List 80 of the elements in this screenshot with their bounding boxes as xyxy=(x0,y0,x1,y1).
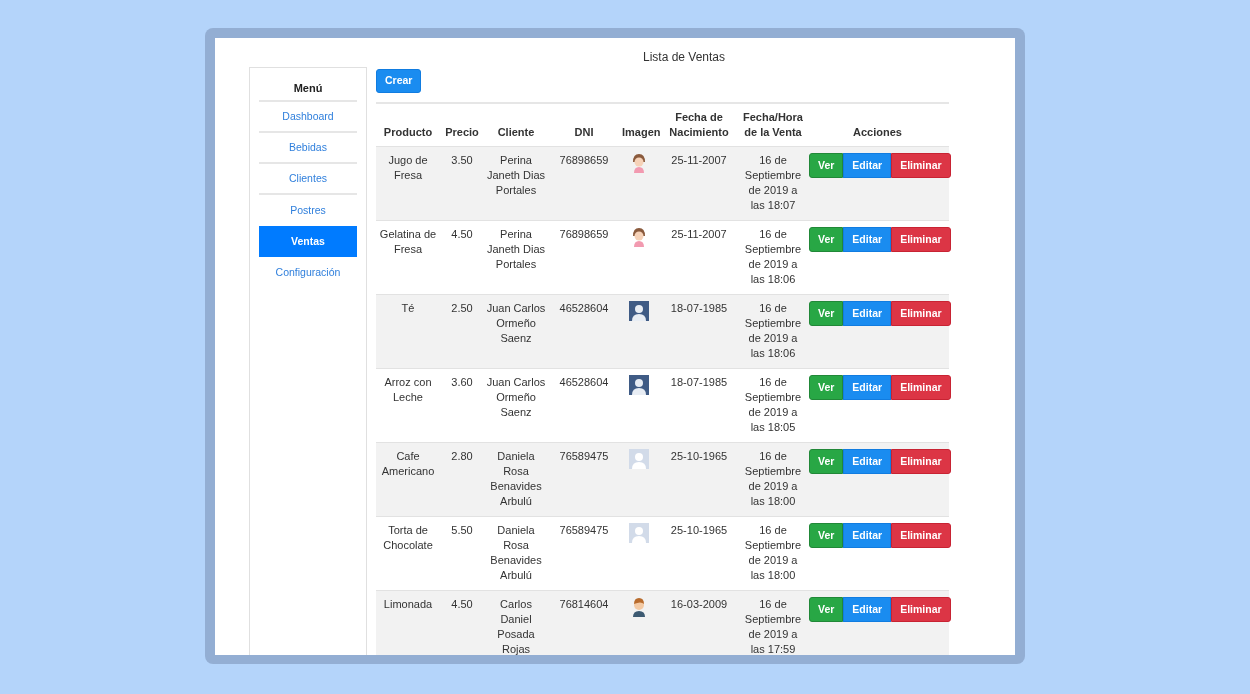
column-header: Imagen xyxy=(622,126,661,139)
edit-button[interactable]: Editar xyxy=(843,227,892,253)
table-cell: Cafe Americano xyxy=(381,450,435,478)
table-cell: Limonada xyxy=(383,598,433,611)
table-cell: 16 de Septiembre de 2019 a las 18:00 xyxy=(744,524,802,582)
view-button[interactable]: Ver xyxy=(809,597,844,623)
table-cell: 2.50 xyxy=(451,302,473,315)
column-header: Fecha/Hora de la Venta xyxy=(743,111,803,139)
sidebar-item[interactable]: Bebidas xyxy=(259,133,357,164)
delete-button[interactable]: Eliminar xyxy=(891,449,951,475)
delete-button[interactable]: Eliminar xyxy=(891,301,951,327)
page-title: Lista de Ventas xyxy=(642,49,726,66)
table-cell: Juan Carlos Ormeño Saenz xyxy=(486,376,546,419)
delete-button[interactable]: Eliminar xyxy=(891,523,951,549)
table-cell: Jugo de Fresa xyxy=(388,154,428,182)
table-cell: 5.50 xyxy=(451,524,473,537)
column-header: DNI xyxy=(574,126,594,139)
sidebar-item[interactable]: Postres xyxy=(259,195,357,226)
table-cell: 76898659 xyxy=(559,154,609,167)
create-button[interactable]: Crear xyxy=(376,68,422,93)
sidebar-item[interactable]: Dashboard xyxy=(259,102,357,133)
table-cell: 76814604 xyxy=(559,598,609,611)
edit-button[interactable]: Editar xyxy=(843,597,892,623)
table-cell: 25-10-1965 xyxy=(670,450,728,463)
table-cell: Té xyxy=(401,302,415,315)
table-cell: Daniela Rosa Benavides Arbulú xyxy=(490,450,542,508)
column-header: Precio xyxy=(445,126,479,139)
table-cell: 16 de Septiembre de 2019 a las 18:00 xyxy=(744,450,802,508)
table-cell: 25-10-1965 xyxy=(670,524,728,537)
view-button[interactable]: Ver xyxy=(809,227,844,253)
table-cell: 76898659 xyxy=(559,228,609,241)
table-cell: Carlos Daniel Posada Rojas xyxy=(497,598,535,655)
table-cell: Torta de Chocolate xyxy=(383,524,433,552)
table-cell: 25-11-2007 xyxy=(671,154,727,167)
sidebar-item[interactable]: Ventas xyxy=(259,226,357,257)
table-cell: 46528604 xyxy=(559,302,609,315)
table-cell: Juan Carlos Ormeño Saenz xyxy=(486,302,546,345)
table-cell: 4.50 xyxy=(451,228,473,241)
table-cell: 18-07-1985 xyxy=(670,376,728,389)
table-cell: Arroz con Leche xyxy=(384,376,432,404)
table-cell: 18-07-1985 xyxy=(670,302,728,315)
table-cell: 25-11-2007 xyxy=(671,228,727,241)
view-button[interactable]: Ver xyxy=(809,449,844,475)
table-cell: Perina Janeth Dias Portales xyxy=(486,228,546,271)
table-cell: 16-03-2009 xyxy=(670,598,728,611)
view-button[interactable]: Ver xyxy=(809,301,844,327)
table-cell: 4.50 xyxy=(451,598,473,611)
sidebar-item[interactable]: Configuración xyxy=(259,257,357,288)
delete-button[interactable]: Eliminar xyxy=(891,227,951,253)
view-button[interactable]: Ver xyxy=(809,523,844,549)
table-cell: Gelatina de Fresa xyxy=(379,228,437,256)
column-header: Acciones xyxy=(853,126,902,139)
table-cell: 3.60 xyxy=(451,376,473,389)
edit-button[interactable]: Editar xyxy=(843,375,892,401)
delete-button[interactable]: Eliminar xyxy=(891,597,951,623)
edit-button[interactable]: Editar xyxy=(843,301,892,327)
sidebar-heading: Menú xyxy=(293,81,323,96)
column-header: Producto xyxy=(383,126,433,139)
table-cell: 16 de Septiembre de 2019 a las 17:59 xyxy=(744,598,802,655)
table-cell: 2.80 xyxy=(451,450,473,463)
table-cell: Perina Janeth Dias Portales xyxy=(486,154,546,197)
table-cell: Daniela Rosa Benavides Arbulú xyxy=(490,524,542,582)
view-button[interactable]: Ver xyxy=(809,375,844,401)
table-cell: 76589475 xyxy=(559,524,609,537)
edit-button[interactable]: Editar xyxy=(843,523,892,549)
edit-button[interactable]: Editar xyxy=(843,153,892,179)
table-cell: 76589475 xyxy=(559,450,609,463)
edit-button[interactable]: Editar xyxy=(843,449,892,475)
table-cell: 16 de Septiembre de 2019 a las 18:05 xyxy=(744,376,802,434)
column-header: Cliente xyxy=(497,126,535,139)
delete-button[interactable]: Eliminar xyxy=(891,375,951,401)
table-cell: 16 de Septiembre de 2019 a las 18:06 xyxy=(744,302,802,360)
sidebar-item[interactable]: Clientes xyxy=(259,164,357,195)
delete-button[interactable]: Eliminar xyxy=(891,153,951,179)
table-cell: 16 de Septiembre de 2019 a las 18:06 xyxy=(744,228,802,286)
view-button[interactable]: Ver xyxy=(809,153,844,179)
column-header: Fecha de Nacimiento xyxy=(669,111,729,139)
table-cell: 16 de Septiembre de 2019 a las 18:07 xyxy=(744,154,802,212)
table-cell: 3.50 xyxy=(451,154,473,167)
table-cell: 46528604 xyxy=(559,376,609,389)
